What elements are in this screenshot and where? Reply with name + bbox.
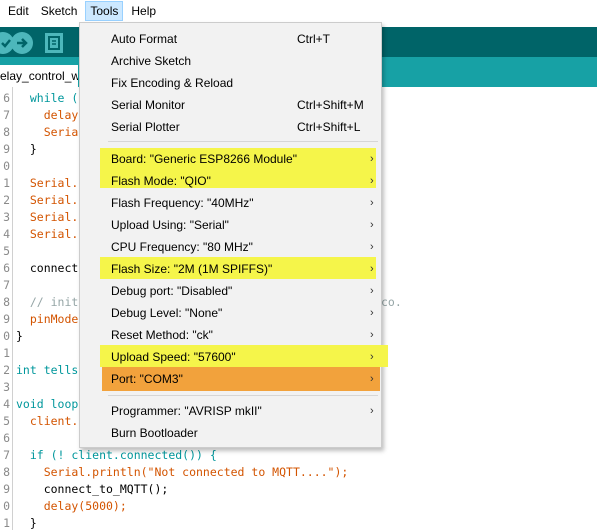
- menu-item-archive-sketch[interactable]: Archive Sketch: [80, 50, 381, 72]
- menu-item-burn-bootloader[interactable]: Burn Bootloader: [80, 422, 381, 444]
- chevron-right-icon: ›: [370, 197, 374, 209]
- menu-item-fix-encoding[interactable]: Fix Encoding & Reload: [80, 72, 381, 94]
- menu-item-serial-monitor[interactable]: Serial Monitor Ctrl+Shift+M: [80, 94, 381, 116]
- menu-item-debug-level[interactable]: Debug Level: "None" ›: [80, 302, 381, 324]
- chevron-right-icon: ›: [370, 373, 374, 385]
- comment-overflow: co.: [381, 295, 402, 309]
- menu-item-cpu-frequency[interactable]: CPU Frequency: "80 MHz" ›: [80, 236, 381, 258]
- chevron-right-icon: ›: [370, 175, 374, 187]
- menu-tools[interactable]: Tools: [85, 1, 124, 21]
- menu-item-port[interactable]: Port: "COM3" ›: [80, 368, 381, 390]
- code-line: 7 if (! client.connected()) {: [3, 448, 217, 462]
- menu-item-board[interactable]: Board: "Generic ESP8266 Module" ›: [80, 148, 381, 170]
- chevron-right-icon: ›: [370, 263, 374, 275]
- menu-item-reset-method[interactable]: Reset Method: "ck" ›: [80, 324, 381, 346]
- chevron-right-icon: ›: [370, 219, 374, 231]
- code-line: 0 delay(5000);: [3, 499, 127, 513]
- arrow-right-icon: [17, 38, 28, 48]
- menu-separator: [108, 395, 378, 396]
- menu-item-programmer[interactable]: Programmer: "AVRISP mkII" ›: [80, 400, 381, 422]
- chevron-right-icon: ›: [370, 285, 374, 297]
- tab-sketch[interactable]: elay_control_w: [0, 65, 78, 87]
- menu-item-upload-using[interactable]: Upload Using: "Serial" ›: [80, 214, 381, 236]
- chevron-right-icon: ›: [370, 405, 374, 417]
- code-line: 1 }: [3, 516, 37, 530]
- menu-item-flash-size[interactable]: Flash Size: "2M (1M SPIFFS)" ›: [80, 258, 381, 280]
- menu-item-flash-frequency[interactable]: Flash Frequency: "40MHz" ›: [80, 192, 381, 214]
- new-sketch-button[interactable]: [45, 33, 63, 53]
- chevron-right-icon: ›: [370, 351, 374, 363]
- menu-item-upload-speed[interactable]: Upload Speed: "57600" ›: [80, 346, 381, 368]
- menu-item-auto-format[interactable]: Auto Format Ctrl+T: [80, 28, 381, 50]
- menu-help[interactable]: Help: [127, 1, 160, 21]
- menubar: Edit Sketch Tools Help: [0, 0, 597, 22]
- menu-edit[interactable]: Edit: [4, 1, 33, 21]
- code-line: 9 connect_to_MQTT();: [3, 482, 169, 496]
- chevron-right-icon: ›: [370, 153, 374, 165]
- menu-item-serial-plotter[interactable]: Serial Plotter Ctrl+Shift+L: [80, 116, 381, 138]
- tools-menu: Auto Format Ctrl+T Archive Sketch Fix En…: [79, 22, 388, 448]
- chevron-right-icon: ›: [370, 307, 374, 319]
- document-icon: [48, 36, 60, 50]
- upload-button[interactable]: [11, 32, 33, 54]
- menu-sketch[interactable]: Sketch: [37, 1, 82, 21]
- menu-separator: [108, 141, 378, 142]
- chevron-right-icon: ›: [370, 329, 374, 341]
- chevron-right-icon: ›: [370, 241, 374, 253]
- menu-item-flash-mode[interactable]: Flash Mode: "QIO" ›: [80, 170, 381, 192]
- code-line: 8 Serial.println("Not connected to MQTT.…: [3, 465, 349, 479]
- menu-item-debug-port[interactable]: Debug port: "Disabled" ›: [80, 280, 381, 302]
